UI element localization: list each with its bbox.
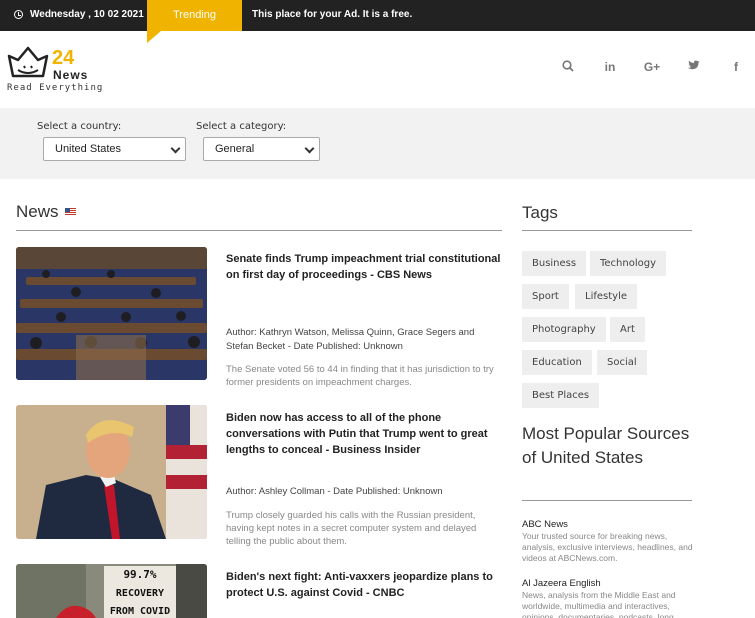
- protest-photo-image: 99.7% RECOVERY FROM COVID: [16, 564, 207, 618]
- date-text: Wednesday , 10 02 2021: [30, 9, 144, 20]
- tags-divider: [522, 230, 692, 231]
- source-name[interactable]: ABC News: [522, 518, 694, 531]
- ad-text: This place for your Ad. It is a free.: [252, 9, 413, 20]
- filter-bar: Select a country: United States Select a…: [0, 108, 755, 179]
- tags-heading: Tags: [522, 203, 558, 222]
- tag-best-places[interactable]: Best Places: [522, 383, 600, 408]
- svg-text:FROM COVID: FROM COVID: [110, 606, 170, 617]
- popular-sources-divider: [522, 500, 692, 501]
- trending-tail: [147, 31, 161, 43]
- top-bar: Wednesday , 10 02 2021 Trending This pla…: [0, 0, 755, 31]
- article-title[interactable]: Biden's next fight: Anti-vaxxers jeopard…: [226, 569, 502, 601]
- chevron-down-icon: [304, 143, 315, 154]
- twitter-icon[interactable]: [684, 60, 704, 74]
- country-select-value: United States: [55, 143, 122, 155]
- search-icon[interactable]: [558, 60, 578, 75]
- tag-technology[interactable]: Technology: [590, 251, 667, 276]
- tag-lifestyle[interactable]: Lifestyle: [575, 284, 638, 309]
- article-description: The Senate voted 56 to 44 in finding tha…: [226, 364, 494, 388]
- country-label: Select a country:: [37, 121, 122, 132]
- tag-business[interactable]: Business: [522, 251, 587, 276]
- article-title[interactable]: Biden now has access to all of the phone…: [226, 410, 502, 458]
- trump-photo-image: [16, 405, 207, 539]
- date-display: Wednesday , 10 02 2021: [14, 9, 144, 20]
- header-icons: in G+ f: [0, 60, 755, 76]
- google-plus-icon[interactable]: G+: [642, 60, 662, 74]
- article-description: Trump closely guarded his calls with the…: [226, 510, 477, 547]
- article-author: Author: Kathryn Watson, Melissa Quinn, G…: [226, 327, 475, 352]
- senate-chamber-image: [16, 247, 207, 380]
- country-select[interactable]: United States: [43, 137, 186, 161]
- tag-photography[interactable]: Photography: [522, 317, 606, 342]
- news-heading-text: News: [16, 202, 59, 221]
- source-item[interactable]: Al Jazeera English News, analysis from t…: [522, 577, 694, 618]
- category-select-value: General: [215, 143, 255, 155]
- us-flag-icon: [64, 208, 76, 216]
- article-thumbnail[interactable]: [16, 247, 207, 380]
- svg-text:99.7%: 99.7%: [123, 568, 156, 581]
- tag-art[interactable]: Art: [610, 317, 645, 342]
- chevron-down-icon: [170, 143, 181, 154]
- trending-button[interactable]: Trending: [147, 0, 242, 31]
- article-card[interactable]: 99.7% RECOVERY FROM COVID Biden's next f…: [16, 564, 502, 618]
- article-author: Author: Ashley Collman - Date Published:…: [226, 486, 443, 497]
- news-divider: [16, 230, 502, 231]
- news-heading: News: [16, 202, 76, 222]
- svg-text:RECOVERY: RECOVERY: [116, 588, 164, 599]
- category-select[interactable]: General: [203, 137, 320, 161]
- source-description: Your trusted source for breaking news, a…: [522, 531, 693, 563]
- linkedin-icon[interactable]: in: [600, 60, 620, 74]
- source-item[interactable]: ABC News Your trusted source for breakin…: [522, 518, 694, 564]
- popular-sources-heading: Most Popular Sources of United States: [522, 424, 690, 467]
- tag-sport[interactable]: Sport: [522, 284, 569, 309]
- source-description: News, analysis from the Middle East and …: [522, 590, 676, 618]
- article-card[interactable]: Senate finds Trump impeachment trial con…: [16, 247, 502, 388]
- logo-tagline: Read Everything: [7, 83, 104, 93]
- article-thumbnail[interactable]: [16, 405, 207, 539]
- article-title[interactable]: Senate finds Trump impeachment trial con…: [226, 251, 502, 283]
- article-thumbnail[interactable]: 99.7% RECOVERY FROM COVID: [16, 564, 207, 618]
- tag-education[interactable]: Education: [522, 350, 592, 375]
- source-name[interactable]: Al Jazeera English: [522, 577, 694, 590]
- category-label: Select a category:: [196, 121, 287, 132]
- clock-icon: [14, 10, 23, 19]
- facebook-icon[interactable]: f: [726, 60, 746, 74]
- article-card[interactable]: Biden now has access to all of the phone…: [16, 405, 502, 547]
- tag-social[interactable]: Social: [597, 350, 647, 375]
